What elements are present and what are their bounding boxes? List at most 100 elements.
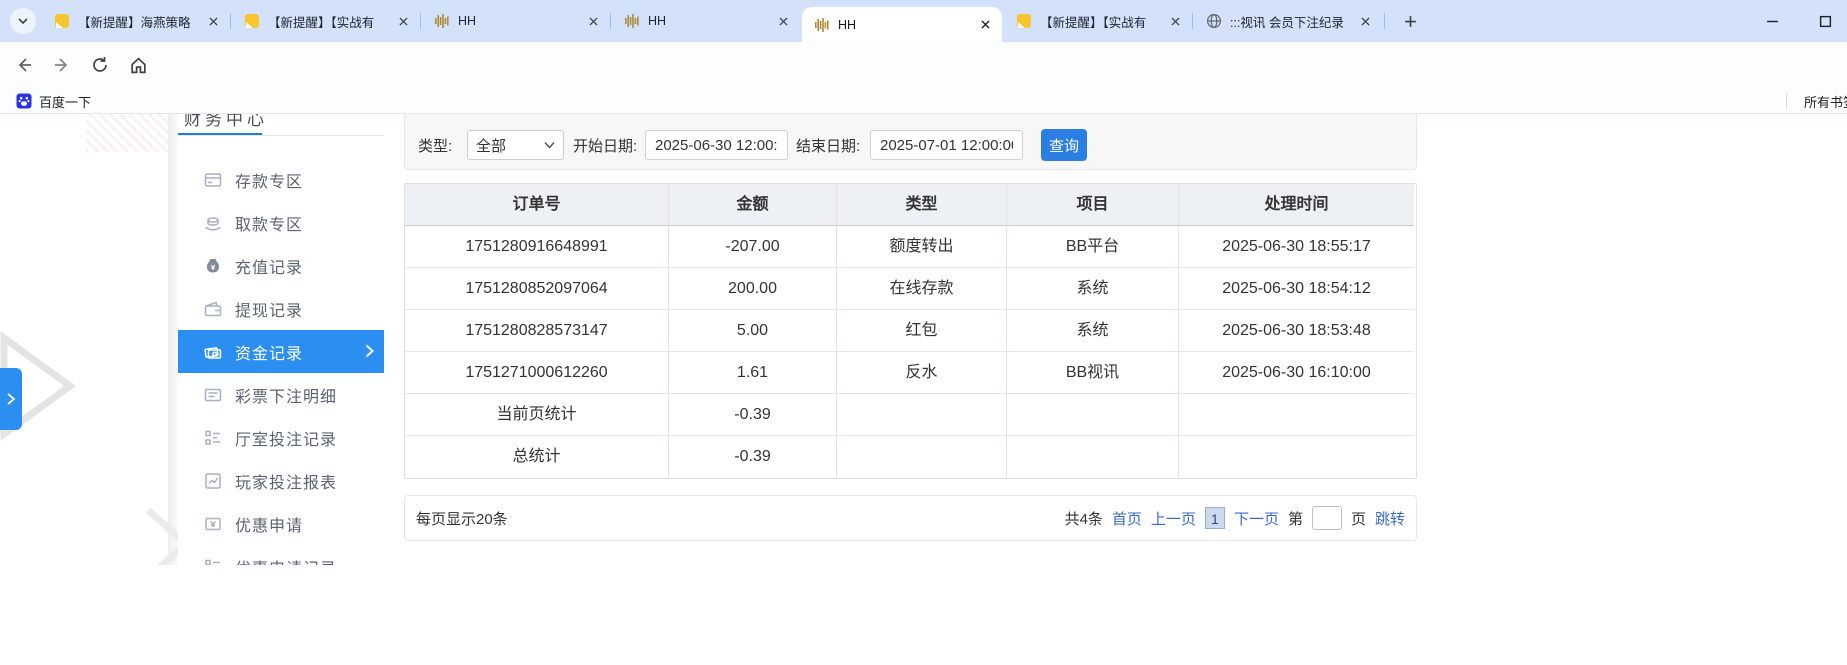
jump-button[interactable]: 跳转 xyxy=(1375,508,1405,529)
bookmark-label: 百度一下 xyxy=(39,92,91,111)
summary-label: 总统计 xyxy=(405,436,669,478)
tab-label: HH xyxy=(648,14,768,28)
sidebar-item-hall-bet-records[interactable]: 厅室投注记录 xyxy=(178,416,384,459)
cell-type: 反水 xyxy=(837,352,1007,394)
summary-amount: -0.39 xyxy=(669,394,837,436)
sidebar-item-player-bet-report[interactable]: 玩家投注报表 xyxy=(178,459,384,502)
cell-time: 2025-06-30 18:53:48 xyxy=(1179,310,1414,352)
message-icon xyxy=(54,13,70,29)
waveform-icon xyxy=(624,13,640,29)
table-summary-row-page: 当前页统计 -0.39 xyxy=(405,394,1416,436)
sidebar-item-withdraw[interactable]: 取款专区 xyxy=(178,201,384,244)
column-header: 类型 xyxy=(837,184,1007,226)
browser-toolbar: yl756.com/hhcp/usercenter.html?iniType=6 xyxy=(0,42,1847,88)
funds-table: 订单号 金额 类型 项目 处理时间 1751280916648991 -207.… xyxy=(404,183,1417,479)
waveform-icon xyxy=(434,13,450,29)
cell-time: 2025-06-30 16:10:00 xyxy=(1179,352,1414,394)
waveform-icon xyxy=(814,17,830,33)
sidebar-item-withdraw-records[interactable]: 提现记录 xyxy=(178,287,384,330)
tab-label: 【新提醒】【实战有 xyxy=(268,12,388,31)
cell-project: 系统 xyxy=(1007,268,1179,310)
column-header: 处理时间 xyxy=(1179,184,1414,226)
tab-label: HH xyxy=(458,14,578,28)
tab-1[interactable]: 【新提醒】海燕策略 xyxy=(42,0,230,42)
cell-amount: 200.00 xyxy=(669,268,837,310)
table-row: 1751280852097064 200.00 在线存款 系统 2025-06-… xyxy=(405,268,1416,310)
sidebar-slide-handle[interactable] xyxy=(0,368,22,430)
sidebar-item-promo-apply[interactable]: 优惠申请 xyxy=(178,502,384,545)
cell-order-no: 1751280916648991 xyxy=(405,226,669,268)
start-date-label: 开始日期: xyxy=(573,135,637,156)
pagination-controls: 共4条 首页 上一页 1 下一页 第 页 跳转 xyxy=(1065,506,1405,530)
minimize-icon xyxy=(1766,15,1779,28)
cell-order-no: 1751271000612260 xyxy=(405,352,669,394)
current-page-button[interactable]: 1 xyxy=(1205,507,1225,529)
sidebar-divider xyxy=(178,135,384,136)
sidebar-item-funds-records[interactable]: 资金记录 xyxy=(178,330,384,373)
filter-bar: 类型: 全部 开始日期: 结束日期: 查询 xyxy=(404,114,1417,170)
first-page-link[interactable]: 首页 xyxy=(1112,508,1142,529)
tab-5-active[interactable]: HH xyxy=(802,7,1002,42)
ticket-icon xyxy=(204,515,222,533)
tab-close-icon[interactable] xyxy=(1356,12,1374,30)
cell-amount: -207.00 xyxy=(669,226,837,268)
tab-close-icon[interactable] xyxy=(394,12,412,30)
list-card-icon xyxy=(204,386,222,404)
tab-3[interactable]: HH xyxy=(422,0,610,42)
chart-report-icon xyxy=(204,472,222,490)
decor-texture xyxy=(86,114,170,152)
table-row: 1751280828573147 5.00 红包 系统 2025-06-30 1… xyxy=(405,310,1416,352)
all-bookmarks-button[interactable]: 所有书签 xyxy=(1798,90,1847,112)
prev-page-link[interactable]: 上一页 xyxy=(1151,508,1196,529)
tab-close-icon[interactable] xyxy=(204,12,222,30)
chevron-right-icon xyxy=(6,393,16,405)
tab-close-icon[interactable] xyxy=(774,12,792,30)
type-select[interactable]: 全部 xyxy=(467,130,564,160)
banknotes-icon xyxy=(204,343,222,361)
search-button[interactable]: 查询 xyxy=(1041,129,1087,161)
end-date-input[interactable] xyxy=(870,130,1023,160)
sidebar-item-deposit[interactable]: 存款专区 xyxy=(178,158,384,201)
minimize-button[interactable] xyxy=(1752,0,1792,42)
webpage: 财务中心 存款专区 取款专区 充值记录 提现记录 xyxy=(0,114,1847,665)
tab-close-icon[interactable] xyxy=(976,16,994,34)
tab-4[interactable]: HH xyxy=(612,0,800,42)
tab-7[interactable]: :::视讯 会员下注纪录 xyxy=(1194,0,1382,42)
sidebar-item-recharge-records[interactable]: 充值记录 xyxy=(178,244,384,287)
bookmark-baidu[interactable]: 百度一下 xyxy=(8,90,99,112)
tab-6[interactable]: 【新提醒】【实战有 xyxy=(1004,0,1192,42)
start-date-input[interactable] xyxy=(645,130,788,160)
forward-button[interactable] xyxy=(46,49,78,81)
jump-page-input[interactable] xyxy=(1312,506,1342,530)
bookmarks-separator xyxy=(1786,93,1787,109)
next-page-link[interactable]: 下一页 xyxy=(1234,508,1279,529)
cell-project: BB平台 xyxy=(1007,226,1179,268)
tab-label: :::视讯 会员下注纪录 xyxy=(1230,12,1350,31)
home-button[interactable] xyxy=(122,49,154,81)
new-tab-button[interactable] xyxy=(1394,0,1426,42)
tab-close-icon[interactable] xyxy=(1166,12,1184,30)
deposit-card-icon xyxy=(204,171,222,189)
back-button[interactable] xyxy=(8,49,40,81)
reload-button[interactable] xyxy=(84,49,116,81)
cell-order-no: 1751280828573147 xyxy=(405,310,669,352)
cell-type: 额度转出 xyxy=(837,226,1007,268)
forward-arrow-icon xyxy=(53,56,71,74)
cell-type: 红包 xyxy=(837,310,1007,352)
viewport-bottom-blank xyxy=(0,565,1847,665)
table-row: 1751271000612260 1.61 反水 BB视讯 2025-06-30… xyxy=(405,352,1416,394)
column-header: 订单号 xyxy=(405,184,669,226)
decor-band xyxy=(168,114,178,566)
reload-icon xyxy=(91,56,109,74)
chevron-right-icon xyxy=(365,344,374,363)
tab-search-button[interactable] xyxy=(10,8,36,34)
tab-label: 【新提醒】海燕策略 xyxy=(78,12,198,31)
sidebar-item-lottery-bet-detail[interactable]: 彩票下注明细 xyxy=(178,373,384,416)
maximize-button[interactable] xyxy=(1805,0,1845,42)
sidebar: 财务中心 存款专区 取款专区 充值记录 提现记录 xyxy=(178,114,384,594)
tab-close-icon[interactable] xyxy=(584,12,602,30)
back-arrow-icon xyxy=(15,56,33,74)
sidebar-menu: 存款专区 取款专区 充值记录 提现记录 资金记录 xyxy=(178,158,384,588)
hand-coin-icon xyxy=(204,214,222,232)
tab-2[interactable]: 【新提醒】【实战有 xyxy=(232,0,420,42)
